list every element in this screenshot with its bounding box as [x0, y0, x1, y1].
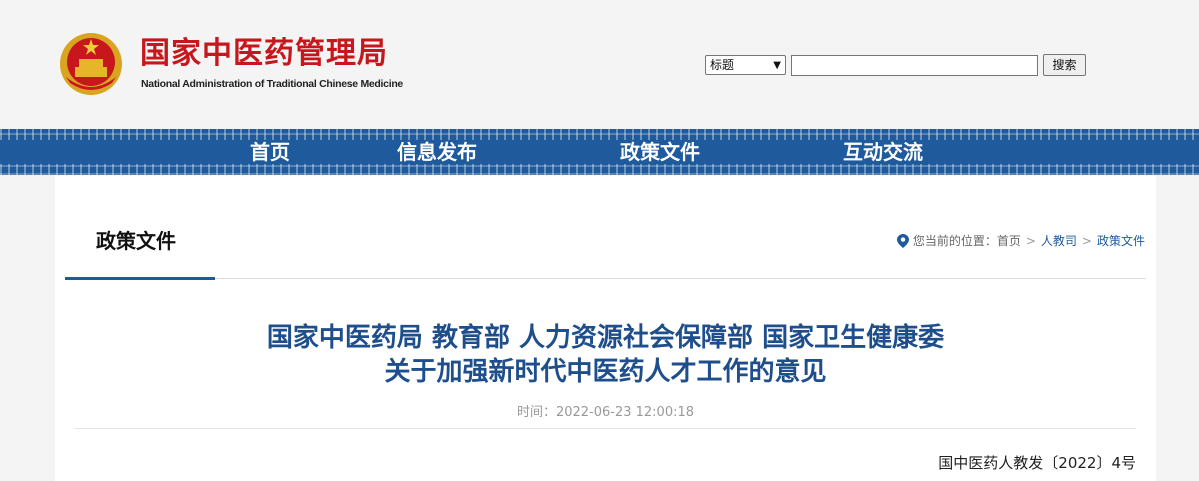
section-title-underline: [65, 277, 215, 280]
national-emblem-icon: [60, 33, 122, 95]
article-divider: [75, 428, 1136, 429]
search-scope-select[interactable]: 标题 ▼: [705, 55, 786, 75]
site-logo-title[interactable]: 国家中医药管理局: [140, 34, 388, 74]
breadcrumb: 您当前的位置： 首页 > 人教司 > 政策文件: [896, 232, 1145, 249]
article-time: 时间：2022-06-23 12:00:18: [516, 405, 695, 420]
nav-item-info-release[interactable]: 信息发布: [397, 139, 477, 165]
breadcrumb-separator: >: [1081, 233, 1092, 248]
breadcrumb-prefix: 您当前的位置：: [912, 234, 997, 248]
site-header: 国家中医药管理局 National Administration of Trad…: [0, 0, 1199, 129]
site-logo-subtitle: National Administration of Traditional C…: [141, 78, 403, 90]
search-scope-value: 标题: [710, 58, 735, 72]
breadcrumb-department[interactable]: 人教司: [1041, 232, 1077, 249]
breadcrumb-policy-docs[interactable]: 政策文件: [1097, 232, 1145, 249]
breadcrumb-home[interactable]: 首页: [997, 232, 1021, 249]
breadcrumb-separator: >: [1025, 233, 1036, 248]
location-pin-icon: [896, 233, 909, 248]
article-title-line2: 关于加强新时代中医药人才工作的意见: [384, 357, 827, 387]
nav-item-policy-docs[interactable]: 政策文件: [620, 139, 700, 165]
main-content: 政策文件 您当前的位置： 首页 > 人教司 > 政策文件 国家中医药局 教育部 …: [55, 175, 1156, 481]
main-nav: 首页 信息发布 政策文件 互动交流: [0, 129, 1199, 175]
section-divider: [65, 278, 1146, 279]
nav-item-interaction[interactable]: 互动交流: [843, 139, 923, 165]
search-input[interactable]: [791, 55, 1038, 76]
search-button[interactable]: 搜索: [1043, 54, 1086, 76]
nav-band: [0, 140, 1199, 164]
article-title-line1: 国家中医药局 教育部 人力资源社会保障部 国家卫生健康委: [266, 323, 945, 353]
article-doc-number: 国中医药人教发〔2022〕4号: [938, 454, 1136, 472]
nav-item-home[interactable]: 首页: [250, 139, 290, 165]
chevron-down-icon: ▼: [773, 60, 781, 71]
section-title: 政策文件: [96, 229, 176, 253]
